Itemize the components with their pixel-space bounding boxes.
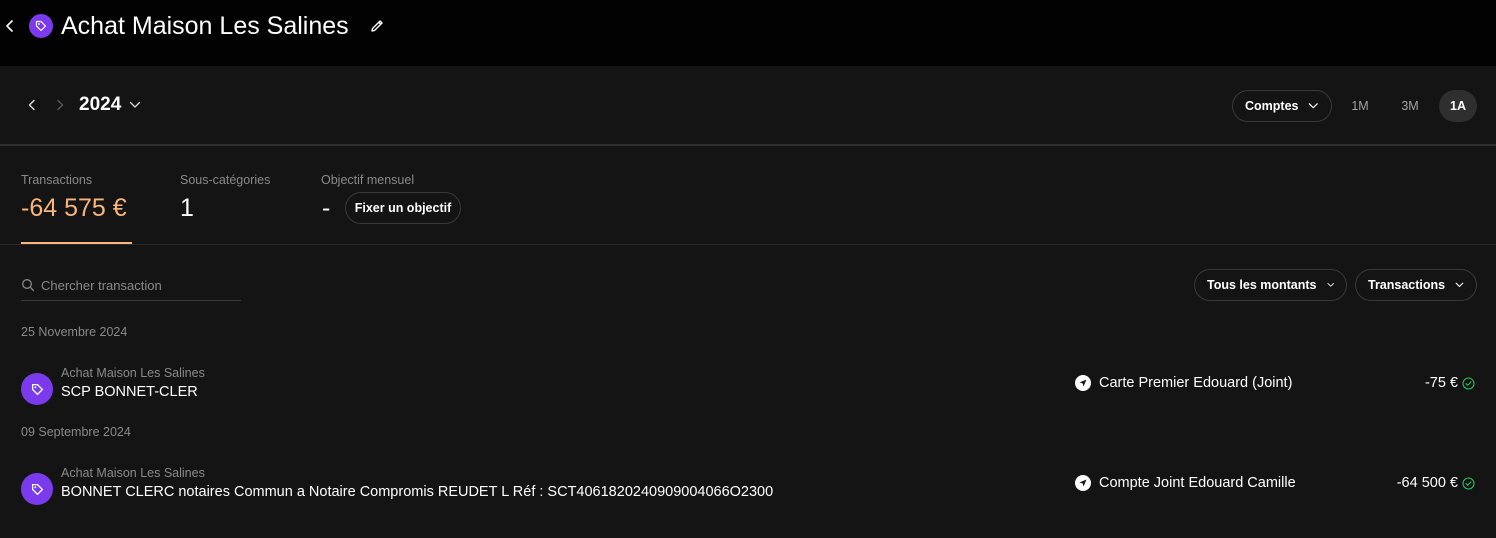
pencil-icon bbox=[371, 20, 383, 32]
transaction-amount: -75 € bbox=[1425, 375, 1475, 391]
transactions-stat-label: Transactions bbox=[21, 173, 93, 187]
amounts-filter-label: Tous les montants bbox=[1207, 278, 1317, 292]
stats-panel: Transactions -64 575 € Sous-catégories 1… bbox=[0, 148, 1496, 245]
chevron-down-icon bbox=[1455, 282, 1464, 287]
check-circle-icon bbox=[1462, 376, 1475, 390]
check-circle-icon bbox=[1462, 476, 1475, 490]
period-option-1m[interactable]: 1M bbox=[1341, 90, 1379, 122]
top-bar: Achat Maison Les Salines bbox=[0, 0, 1496, 66]
previous-year-button[interactable] bbox=[24, 97, 40, 113]
next-year-button[interactable] bbox=[52, 97, 68, 113]
transaction-row[interactable]: Achat Maison Les Salines SCP BONNET-CLER… bbox=[0, 363, 1496, 411]
category-icon bbox=[21, 473, 53, 505]
transaction-label: BONNET CLERC notaires Commun a Notaire C… bbox=[61, 484, 774, 500]
chevron-down-icon bbox=[1309, 103, 1319, 109]
account-name: Carte Premier Edouard (Joint) bbox=[1099, 375, 1293, 391]
tag-icon bbox=[31, 483, 43, 495]
transaction-type-dropdown[interactable]: Transactions bbox=[1355, 269, 1477, 301]
account-name: Compte Joint Edouard Camille bbox=[1099, 475, 1296, 491]
chevron-left-icon bbox=[6, 20, 13, 32]
accounts-filter-dropdown[interactable]: Comptes bbox=[1232, 90, 1332, 122]
back-button[interactable] bbox=[2, 16, 18, 36]
amounts-filter-dropdown[interactable]: Tous les montants bbox=[1194, 269, 1347, 301]
period-option-3m[interactable]: 3M bbox=[1391, 90, 1429, 122]
period-option-1a[interactable]: 1A bbox=[1439, 90, 1477, 122]
transaction-account: Compte Joint Edouard Camille bbox=[1075, 475, 1296, 491]
search-field[interactable] bbox=[21, 270, 241, 301]
chevron-down-icon bbox=[130, 101, 141, 108]
period-bar: 2024 Comptes 1M 3M 1A bbox=[0, 66, 1496, 146]
chevron-left-icon bbox=[28, 99, 35, 111]
search-icon bbox=[22, 279, 35, 292]
transaction-category: Achat Maison Les Salines bbox=[61, 466, 205, 480]
amount-value: -64 500 € bbox=[1396, 475, 1458, 491]
year-label: 2024 bbox=[79, 94, 122, 115]
page-title: Achat Maison Les Salines bbox=[61, 12, 349, 40]
search-input[interactable] bbox=[41, 277, 231, 293]
transaction-account: Carte Premier Edouard (Joint) bbox=[1075, 375, 1292, 391]
transaction-type-label: Transactions bbox=[1368, 278, 1446, 292]
set-goal-button[interactable]: Fixer un objectif bbox=[345, 192, 461, 224]
amount-value: -75 € bbox=[1424, 375, 1458, 391]
date-header: 25 Novembre 2024 bbox=[21, 325, 128, 339]
category-icon bbox=[29, 14, 53, 38]
subcategories-stat-value[interactable]: 1 bbox=[180, 193, 194, 223]
transaction-amount: -64 500 € bbox=[1397, 475, 1475, 491]
date-header: 09 Septembre 2024 bbox=[21, 425, 131, 439]
chevron-down-icon bbox=[1327, 283, 1334, 287]
transactions-stat-value[interactable]: -64 575 € bbox=[21, 193, 127, 223]
goal-stat-value: - bbox=[322, 194, 331, 222]
transaction-row[interactable]: Achat Maison Les Salines BONNET CLERC no… bbox=[0, 463, 1496, 511]
year-selector[interactable]: 2024 bbox=[79, 93, 141, 117]
category-icon bbox=[21, 373, 53, 405]
navigation-arrow-icon bbox=[1075, 475, 1091, 491]
active-stat-indicator bbox=[21, 242, 132, 244]
navigation-arrow-icon bbox=[1075, 375, 1091, 391]
chevron-right-icon bbox=[57, 99, 64, 111]
tag-icon bbox=[35, 20, 47, 32]
tag-icon bbox=[31, 383, 43, 395]
accounts-filter-label: Comptes bbox=[1245, 99, 1299, 113]
goal-stat-label: Objectif mensuel bbox=[321, 173, 415, 187]
subcategories-stat-label: Sous-catégories bbox=[180, 173, 271, 187]
transaction-label: SCP BONNET-CLER bbox=[61, 384, 198, 400]
transaction-category: Achat Maison Les Salines bbox=[61, 366, 205, 380]
edit-title-button[interactable] bbox=[367, 16, 387, 36]
